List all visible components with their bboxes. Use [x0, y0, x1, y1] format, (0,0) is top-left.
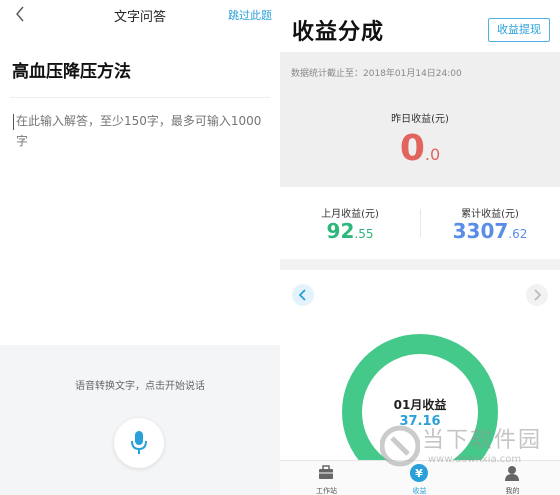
briefcase-icon — [319, 465, 333, 479]
person-icon — [505, 466, 519, 481]
yesterday-value: 0.0 — [280, 128, 560, 169]
chevron-left-icon — [298, 289, 306, 301]
total-label: 累计收益(元) — [461, 209, 519, 220]
yen-icon: ¥ — [410, 464, 428, 482]
voice-hint: 语音转换文字，点击开始说话 — [75, 381, 205, 392]
monthly-gauge-card: 01月收益 37.16 — [280, 270, 560, 472]
earnings-header: 收益分成 收益提现 — [280, 0, 560, 52]
total-value-int: 3307 — [452, 219, 509, 243]
nav-item-earnings[interactable]: ¥ 收益 — [373, 461, 466, 495]
yesterday-value-dec: .0 — [424, 145, 441, 164]
voice-input-area: 语音转换文字，点击开始说话 — [0, 345, 280, 495]
stats-date: 数据统计截止至：2018年01月14日24:00 — [291, 69, 462, 79]
microphone-icon — [131, 431, 147, 454]
microphone-button[interactable] — [114, 418, 164, 468]
yesterday-value-int: 0 — [399, 128, 425, 169]
last-month-value-int: 92 — [326, 219, 355, 243]
earnings-summary-row: 上月收益(元) 92.55 累计收益(元) 3307.62 — [280, 187, 560, 259]
chevron-right-icon — [534, 289, 542, 301]
next-month-button[interactable] — [526, 284, 548, 306]
nav-label: 我的 — [505, 487, 520, 495]
earnings-title: 收益分成 — [292, 20, 385, 45]
nav-item-workstation[interactable]: 工作站 — [280, 461, 373, 495]
answer-panel: 文字问答 跳过此题 高血压降压方法 语音转换文字，点击开始说话 — [0, 0, 280, 495]
earnings-panel: 收益分成 收益提现 数据统计截止至：2018年01月14日24:00 昨日收益(… — [280, 0, 560, 495]
top-bar: 文字问答 跳过此题 — [0, 0, 280, 30]
yesterday-label: 昨日收益(元) — [391, 114, 449, 125]
svg-text:¥: ¥ — [415, 467, 423, 480]
nav-label: 收益 — [412, 487, 427, 495]
yesterday-stats-card: 数据统计截止至：2018年01月14日24:00 昨日收益(元) 0.0 — [280, 52, 560, 187]
total-earnings: 累计收益(元) 3307.62 — [420, 187, 560, 259]
previous-month-button[interactable] — [292, 284, 314, 306]
gauge-label: 01月收益 — [393, 398, 447, 412]
total-value: 3307.62 — [420, 219, 560, 243]
last-month-earnings: 上月收益(元) 92.55 — [280, 187, 420, 259]
answer-input[interactable] — [12, 111, 268, 311]
skip-question-link[interactable]: 跳过此题 — [228, 7, 272, 23]
withdraw-button[interactable]: 收益提现 — [488, 18, 550, 42]
bottom-nav: 工作站 ¥ 收益 我的 — [280, 460, 560, 495]
divider — [10, 97, 270, 98]
nav-label: 工作站 — [316, 487, 337, 495]
last-month-value-dec: .55 — [354, 227, 374, 241]
nav-item-mine[interactable]: 我的 — [466, 461, 559, 495]
last-month-label: 上月收益(元) — [321, 209, 379, 220]
last-month-value: 92.55 — [280, 219, 420, 243]
total-value-dec: .62 — [508, 227, 528, 241]
gauge-value: 37.16 — [399, 414, 441, 429]
text-cursor — [13, 114, 14, 130]
question-title: 高血压降压方法 — [12, 62, 131, 82]
